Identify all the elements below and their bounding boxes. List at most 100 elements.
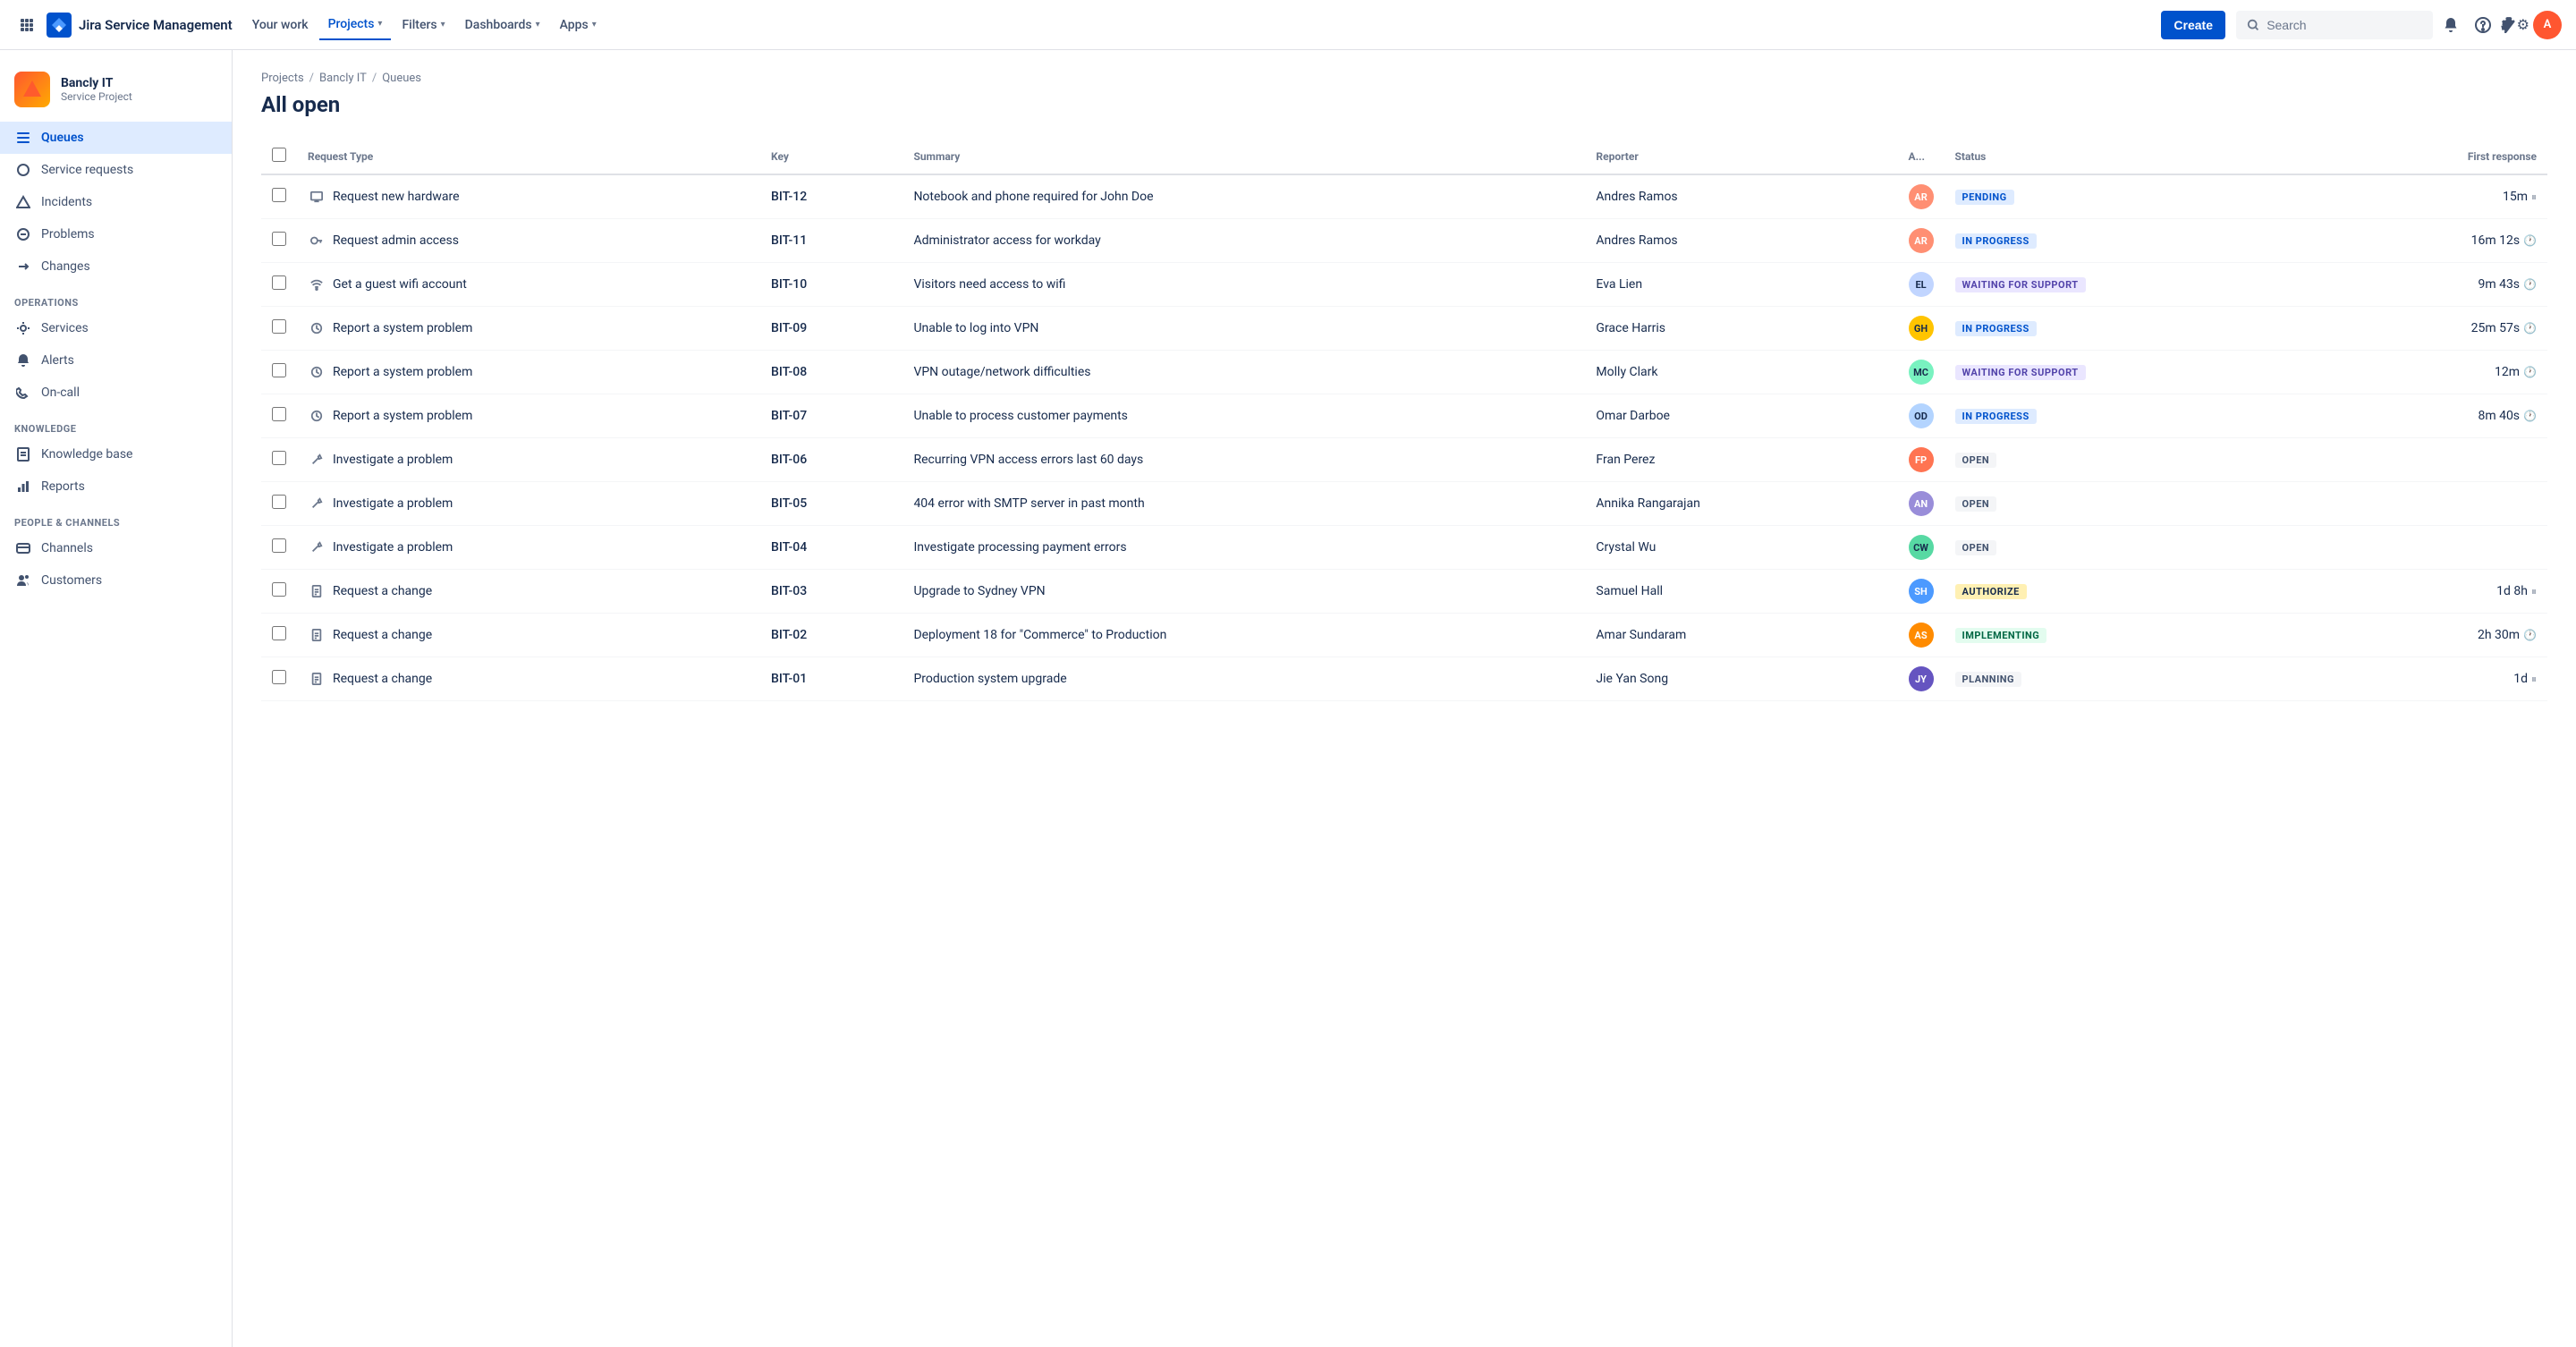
- issue-key[interactable]: BIT-01: [760, 657, 902, 701]
- row-checkbox[interactable]: [272, 232, 286, 246]
- pause-icon: ⏸: [2531, 673, 2537, 686]
- grid-menu-icon[interactable]: [14, 13, 39, 38]
- issue-key[interactable]: BIT-12: [760, 174, 902, 219]
- sidebar-item-on-call[interactable]: On-call: [0, 377, 232, 409]
- issue-summary: Deployment 18 for "Commerce" to Producti…: [902, 614, 1585, 657]
- reporter-name: Grace Harris: [1585, 307, 1897, 351]
- issue-key[interactable]: BIT-07: [760, 394, 902, 438]
- search-input[interactable]: [2267, 18, 2422, 32]
- request-type-cell: Investigate a problem: [308, 451, 750, 469]
- row-checkbox[interactable]: [272, 538, 286, 553]
- row-checkbox[interactable]: [272, 363, 286, 377]
- project-header[interactable]: Bancly IT Service Project: [0, 64, 232, 122]
- issue-key[interactable]: BIT-08: [760, 351, 902, 394]
- issue-summary: Unable to log into VPN: [902, 307, 1585, 351]
- nav-dashboards[interactable]: Dashboards ▾: [456, 11, 549, 39]
- sidebar-item-problems[interactable]: Problems: [0, 218, 232, 250]
- row-checkbox[interactable]: [272, 495, 286, 509]
- issue-key[interactable]: BIT-02: [760, 614, 902, 657]
- first-response-value: 25m 57s: [2471, 321, 2520, 335]
- assignee-avatar: CW: [1909, 535, 1934, 560]
- status-cell: WAITING FOR SUPPORT: [1945, 351, 2323, 394]
- select-all-checkbox[interactable]: [272, 148, 286, 162]
- clock-icon: 🕐: [2523, 322, 2537, 335]
- nav-apps[interactable]: Apps ▾: [551, 11, 606, 39]
- first-response-value: 16m 12s: [2471, 233, 2520, 248]
- status-badge: OPEN: [1955, 453, 1997, 468]
- first-response-value: 8m 40s: [2478, 409, 2520, 423]
- row-checkbox[interactable]: [272, 582, 286, 597]
- reporter-name: Crystal Wu: [1585, 526, 1897, 570]
- row-checkbox[interactable]: [272, 188, 286, 202]
- sidebar-item-customers[interactable]: Customers: [0, 564, 232, 597]
- page-title: All open: [261, 92, 2547, 117]
- row-checkbox[interactable]: [272, 319, 286, 334]
- sidebar-item-alerts[interactable]: Alerts: [0, 344, 232, 377]
- request-type-cell: Report a system problem: [308, 319, 750, 337]
- sidebar-item-channels[interactable]: Channels: [0, 532, 232, 564]
- issue-summary: Notebook and phone required for John Doe: [902, 174, 1585, 219]
- issue-key[interactable]: BIT-06: [760, 438, 902, 482]
- first-response-cell: 9m 43s 🕐: [2322, 263, 2547, 307]
- breadcrumb: Projects / Bancly IT / Queues: [261, 72, 2547, 85]
- nav-projects[interactable]: Projects ▾: [319, 10, 392, 40]
- reporter-name: Andres Ramos: [1585, 219, 1897, 263]
- table-row: Report a system problem BIT-08 VPN outag…: [261, 351, 2547, 394]
- search-icon: [2247, 18, 2259, 32]
- request-type-icon: [308, 232, 326, 250]
- user-avatar[interactable]: A: [2533, 11, 2562, 39]
- breadcrumb-bancly-it[interactable]: Bancly IT: [319, 72, 367, 85]
- help-button[interactable]: [2469, 11, 2497, 39]
- breadcrumb-projects[interactable]: Projects: [261, 72, 304, 85]
- status-cell: AUTHORIZE: [1945, 570, 2323, 614]
- project-name: Bancly IT: [61, 76, 132, 90]
- issue-key[interactable]: BIT-03: [760, 570, 902, 614]
- issue-key[interactable]: BIT-11: [760, 219, 902, 263]
- sidebar-item-reports[interactable]: Reports: [0, 470, 232, 503]
- sidebar-item-service-requests[interactable]: Service requests: [0, 154, 232, 186]
- sidebar-item-services[interactable]: Services: [0, 312, 232, 344]
- sidebar-item-knowledge-base[interactable]: Knowledge base: [0, 438, 232, 470]
- alerts-icon: [14, 352, 32, 369]
- app-logo[interactable]: Jira Service Management: [47, 13, 233, 38]
- row-checkbox[interactable]: [272, 626, 286, 640]
- issue-summary: VPN outage/network difficulties: [902, 351, 1585, 394]
- top-navigation: Jira Service Management Your work Projec…: [0, 0, 2576, 50]
- table-row: Investigate a problem BIT-05 404 error w…: [261, 482, 2547, 526]
- search-box[interactable]: [2236, 11, 2433, 39]
- settings-button[interactable]: ⚙: [2501, 11, 2529, 39]
- assignee-avatar: AS: [1909, 623, 1934, 648]
- issue-key[interactable]: BIT-09: [760, 307, 902, 351]
- assignee-avatar: FP: [1909, 447, 1934, 472]
- sidebar-item-changes[interactable]: Changes: [0, 250, 232, 283]
- table-row: Request admin access BIT-11 Administrato…: [261, 219, 2547, 263]
- chevron-down-icon: ▾: [536, 20, 540, 30]
- first-response-value: 15m: [2503, 190, 2528, 204]
- sidebar-item-queues[interactable]: Queues: [0, 122, 232, 154]
- issue-key[interactable]: BIT-05: [760, 482, 902, 526]
- first-response-cell: 1d ⏸: [2322, 657, 2547, 701]
- row-checkbox[interactable]: [272, 451, 286, 465]
- row-checkbox[interactable]: [272, 670, 286, 684]
- request-type-cell: Report a system problem: [308, 363, 750, 381]
- row-checkbox[interactable]: [272, 275, 286, 290]
- sidebar-item-incidents[interactable]: Incidents: [0, 186, 232, 218]
- app-name: Jira Service Management: [79, 17, 233, 33]
- issue-key[interactable]: BIT-10: [760, 263, 902, 307]
- request-type-label: Request admin access: [333, 233, 459, 248]
- col-key: Key: [760, 139, 902, 174]
- status-cell: IN PROGRESS: [1945, 219, 2323, 263]
- create-button[interactable]: Create: [2161, 11, 2225, 39]
- issue-key[interactable]: BIT-04: [760, 526, 902, 570]
- nav-your-work[interactable]: Your work: [243, 11, 318, 39]
- first-response-cell: 16m 12s 🕐: [2322, 219, 2547, 263]
- first-response-cell: [2322, 438, 2547, 482]
- request-type-icon: [308, 188, 326, 206]
- row-checkbox[interactable]: [272, 407, 286, 421]
- request-type-icon: [308, 451, 326, 469]
- reporter-name: Amar Sundaram: [1585, 614, 1897, 657]
- notifications-button[interactable]: [2436, 11, 2465, 39]
- nav-filters[interactable]: Filters ▾: [393, 11, 453, 39]
- assignee-avatar: GH: [1909, 316, 1934, 341]
- table-row: Investigate a problem BIT-04 Investigate…: [261, 526, 2547, 570]
